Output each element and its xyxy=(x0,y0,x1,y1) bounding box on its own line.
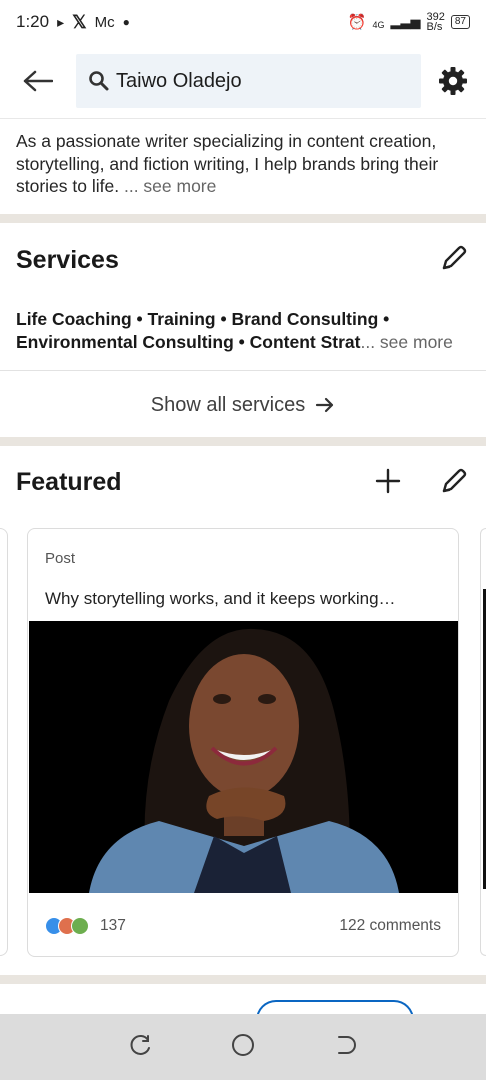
signal-icon: ▂▃▅ xyxy=(390,14,421,29)
edit-featured-button[interactable] xyxy=(436,463,472,499)
featured-post-image[interactable] xyxy=(29,621,458,893)
next-featured-card[interactable] xyxy=(480,528,486,956)
arrow-right-icon xyxy=(316,397,334,413)
plus-icon xyxy=(375,468,401,494)
back-nav-button[interactable] xyxy=(333,1033,357,1062)
dot-icon: ● xyxy=(122,15,130,29)
home-button[interactable] xyxy=(230,1032,256,1063)
top-bar: Taiwo Oladejo xyxy=(0,50,486,112)
about-see-more-link[interactable]: ... see more xyxy=(124,176,216,196)
reaction-count[interactable]: 137 xyxy=(100,917,126,935)
comments-count[interactable]: 122 comments xyxy=(339,917,441,935)
services-list: Life Coaching • Training • Brand Consult… xyxy=(16,308,476,353)
arrow-left-icon xyxy=(23,70,53,92)
back-nav-icon xyxy=(338,1035,357,1054)
battery-icon: 87 xyxy=(450,15,470,29)
net-speed: 392 B/s xyxy=(426,11,445,33)
add-featured-button[interactable] xyxy=(370,463,406,499)
featured-title: Featured xyxy=(16,468,122,496)
services-divider xyxy=(0,370,486,371)
services-title: Services xyxy=(16,246,119,274)
status-bar: 1:20 ▸ 𝕏 Mc ● ⏰ 4G ▂▃▅ 392 B/s 87 xyxy=(0,0,486,44)
support-reaction-icon xyxy=(71,917,89,935)
header-divider xyxy=(0,118,486,119)
featured-post-footer: 137 122 comments xyxy=(45,917,441,935)
net-type: 4G xyxy=(372,20,385,30)
alarm-icon: ⏰ xyxy=(347,14,367,31)
show-all-services-label: Show all services xyxy=(150,393,306,416)
section-divider xyxy=(0,437,486,446)
back-button[interactable] xyxy=(8,51,68,111)
system-nav-bar xyxy=(0,1014,486,1080)
pencil-icon xyxy=(442,245,467,270)
recent-apps-button[interactable] xyxy=(129,1033,153,1062)
home-circle-icon xyxy=(231,1033,254,1056)
section-divider xyxy=(0,214,486,223)
services-items: Life Coaching • Training • Brand Consult… xyxy=(16,309,390,352)
search-query: Taiwo Oladejo xyxy=(116,69,242,92)
featured-post-type: Post xyxy=(45,550,76,567)
show-all-services-button[interactable]: Show all services xyxy=(0,388,486,422)
featured-post-card[interactable]: Post Why storytelling works, and it keep… xyxy=(27,528,459,957)
notification-text: Mc xyxy=(94,13,115,31)
section-divider xyxy=(0,975,486,984)
featured-post-description: Why storytelling works, and it keeps wor… xyxy=(45,589,396,608)
about-text: As a passionate writer specializing in c… xyxy=(16,130,476,198)
reactions-icon[interactable] xyxy=(45,917,89,935)
status-time: 1:20 xyxy=(16,12,50,31)
search-icon xyxy=(89,71,109,91)
edit-services-button[interactable] xyxy=(436,240,472,276)
x-icon: 𝕏 xyxy=(72,11,87,32)
services-see-more-link[interactable]: ... see more xyxy=(360,332,452,352)
settings-button[interactable] xyxy=(434,62,472,100)
portrait-photo xyxy=(29,621,458,893)
previous-featured-card[interactable] xyxy=(0,528,8,956)
gear-icon xyxy=(439,67,467,95)
pencil-icon xyxy=(442,468,467,493)
search-bar[interactable]: Taiwo Oladejo xyxy=(76,54,421,108)
boomplay-icon: ▸ xyxy=(57,13,65,30)
about-body: As a passionate writer specializing in c… xyxy=(16,131,439,196)
recents-icon xyxy=(130,1034,150,1055)
